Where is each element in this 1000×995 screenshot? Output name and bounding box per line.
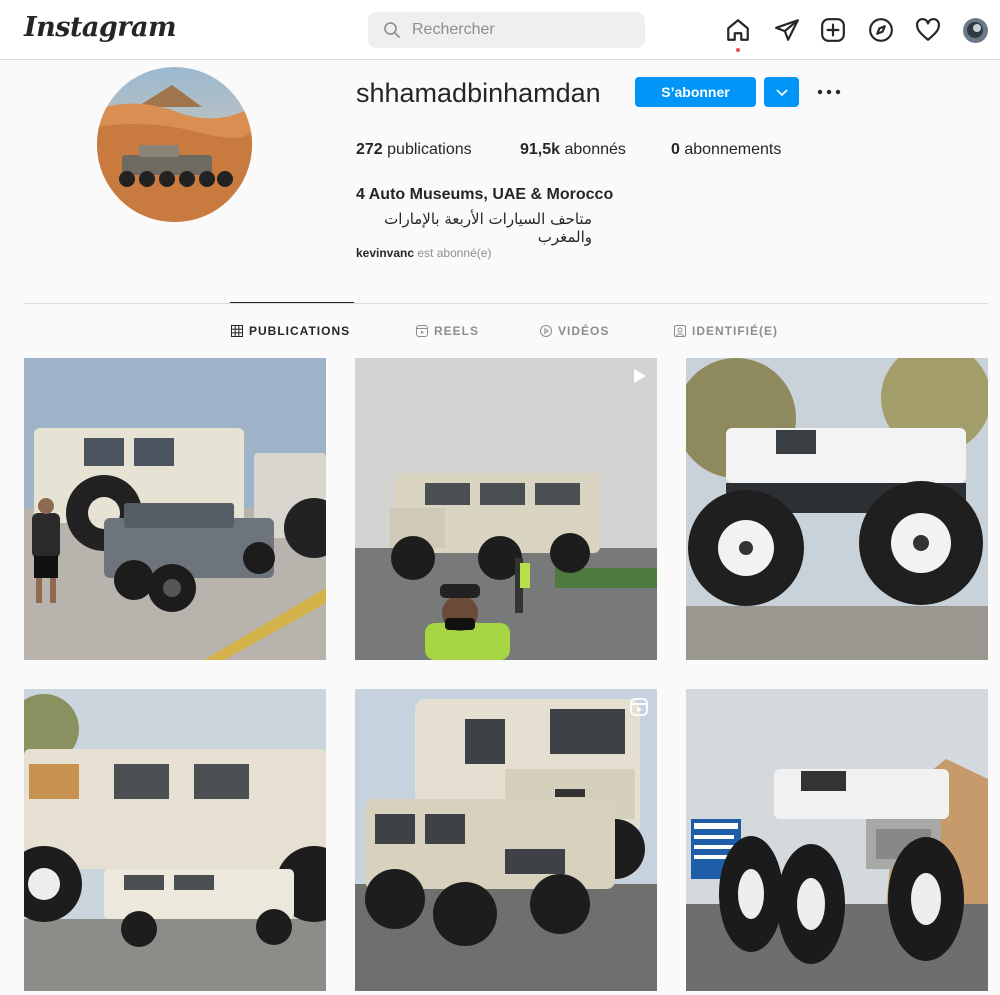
post-photo-hummer-rear xyxy=(355,689,657,991)
tab-publications[interactable]: PUBLICATIONS xyxy=(231,323,350,339)
tab-label: PUBLICATIONS xyxy=(249,324,351,338)
direct-message-icon[interactable] xyxy=(774,17,800,43)
tab-divider xyxy=(24,303,988,304)
home-icon[interactable] xyxy=(725,17,751,43)
post-thumbnail-3[interactable] xyxy=(686,358,988,660)
followers-count: 91,5k xyxy=(520,141,561,158)
posts-stat: 272 publications xyxy=(356,141,472,159)
search-box[interactable] xyxy=(368,12,645,48)
explore-icon[interactable] xyxy=(868,17,894,43)
post-photo-hummer-jeep xyxy=(24,358,326,660)
tab-active-indicator xyxy=(230,302,354,303)
search-icon xyxy=(384,22,400,38)
activity-heart-icon[interactable] xyxy=(915,17,941,43)
followers-label: abonnés xyxy=(564,141,626,158)
instagram-logo[interactable]: Instagram xyxy=(24,12,177,43)
new-post-icon[interactable] xyxy=(820,17,846,43)
profile-picture[interactable] xyxy=(97,67,252,222)
followed-by-user[interactable]: kevinvanc xyxy=(356,246,414,260)
reels-badge-icon xyxy=(630,698,648,716)
tagged-icon xyxy=(674,325,686,337)
post-thumbnail-4[interactable] xyxy=(24,689,326,991)
tab-label: VIDÉOS xyxy=(558,324,610,338)
tab-reels[interactable]: REELS xyxy=(416,323,479,339)
tab-label: REELS xyxy=(434,324,480,338)
notification-dot xyxy=(736,48,740,52)
followed-by: kevinvanc est abonné(e) xyxy=(356,246,491,260)
post-thumbnail-5[interactable] xyxy=(355,689,657,991)
tab-videos[interactable]: VIDÉOS xyxy=(540,323,609,339)
top-nav: Instagram xyxy=(0,0,1000,60)
following-count: 0 xyxy=(671,141,680,158)
suggested-accounts-button[interactable] xyxy=(764,77,799,107)
followed-by-suffix: est abonné(e) xyxy=(417,246,492,260)
tab-tagged[interactable]: IDENTIFIÉ(E) xyxy=(674,323,778,339)
chevron-down-icon xyxy=(775,88,788,96)
post-photo-tall-hummer xyxy=(355,358,657,660)
post-thumbnail-6[interactable] xyxy=(686,689,988,991)
follow-button[interactable]: S’abonner xyxy=(635,77,756,107)
followers-stat[interactable]: 91,5k abonnés xyxy=(520,141,626,159)
bio-name: 4 Auto Museums, UAE & Morocco xyxy=(356,186,614,203)
more-options-icon[interactable] xyxy=(816,82,842,102)
post-photo-giant-hummer-small-hummer xyxy=(24,689,326,991)
profile-username: shhamadbinhamdan xyxy=(356,78,601,108)
post-thumbnail-1[interactable] xyxy=(24,358,326,660)
posts-label: publications xyxy=(387,141,472,158)
profile-avatar[interactable] xyxy=(963,18,988,43)
post-thumbnail-2[interactable] xyxy=(355,358,657,660)
search-input[interactable] xyxy=(412,12,632,48)
tab-label: IDENTIFIÉ(E) xyxy=(692,324,778,338)
following-stat[interactable]: 0 abonnements xyxy=(671,141,781,159)
video-icon xyxy=(540,325,552,337)
following-label: abonnements xyxy=(684,141,782,158)
post-photo-monster-ram-truck xyxy=(686,689,988,991)
posts-count: 272 xyxy=(356,141,383,158)
bio-arabic: متاحف السيارات الأربعة بالإمارات والمغرب xyxy=(384,210,592,246)
video-badge-icon xyxy=(634,369,646,383)
reels-icon xyxy=(416,325,428,337)
grid-icon xyxy=(231,325,243,337)
post-photo-monster-pickup xyxy=(686,358,988,660)
